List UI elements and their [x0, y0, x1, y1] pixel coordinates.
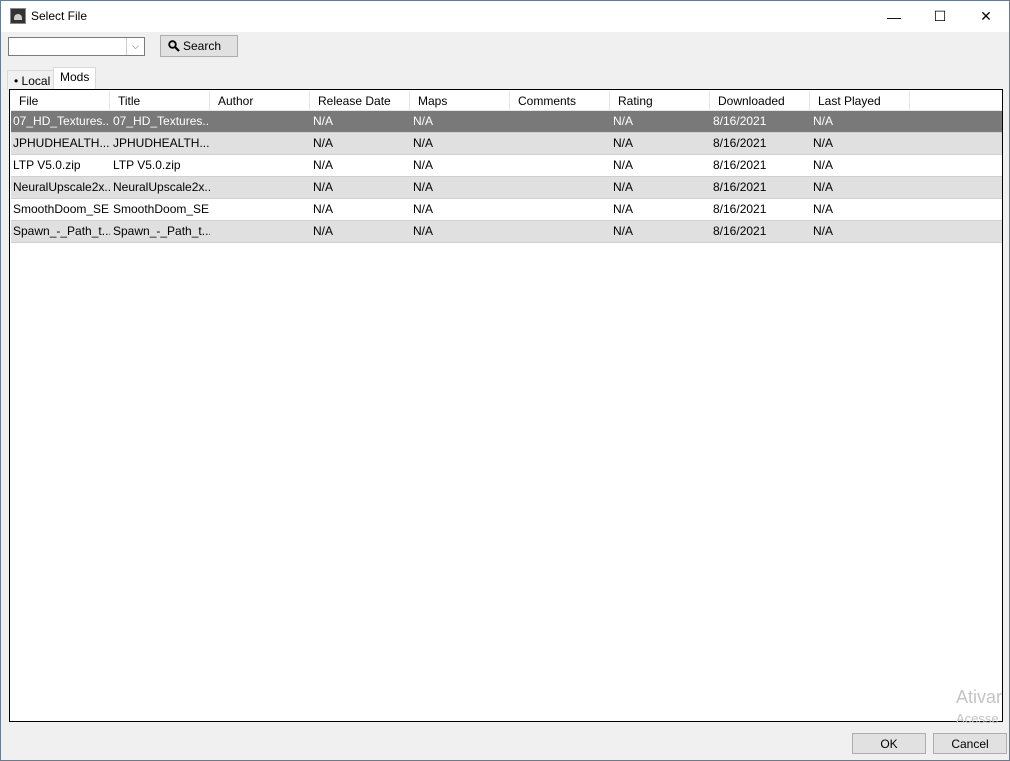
search-icon	[168, 40, 180, 52]
list-header: File Title Author Release Date Maps Comments R…	[11, 91, 1001, 111]
table-cell: N/A	[613, 180, 634, 194]
table-cell: N/A	[613, 136, 634, 150]
search-label: Search	[183, 39, 222, 53]
column-header[interactable]: Title	[110, 91, 210, 110]
table-cell	[210, 221, 310, 242]
title-bar: Select File — ☐ ✕	[1, 1, 1009, 32]
table-cell: N/A	[313, 224, 334, 238]
tab-label: Mods	[60, 70, 90, 84]
table-cell: Spawn_-_Path_t...	[13, 224, 110, 238]
table-cell	[510, 199, 610, 220]
table-cell	[210, 177, 310, 198]
table-cell: Spawn_-_Path_t...	[113, 224, 210, 238]
table-cell: N/A	[613, 224, 634, 238]
table-cell: NeuralUpscale2x...	[13, 180, 110, 194]
table-cell	[210, 133, 310, 154]
table-cell: N/A	[313, 202, 334, 216]
table-cell: SmoothDoom_SE...	[13, 202, 110, 216]
table-cell: 8/16/2021	[713, 202, 767, 216]
table-cell: JPHUDHEALTH...	[113, 136, 210, 150]
table-row[interactable]: JPHUDHEALTH... JPHUDHEALTH... N/A N/A N/A 8/1…	[11, 133, 1002, 155]
window-title: Select File	[31, 9, 88, 23]
table-cell: N/A	[613, 158, 634, 172]
chevron-down-icon[interactable]: ⌵	[126, 38, 144, 55]
column-header[interactable]: Comments	[510, 91, 610, 110]
table-cell: 8/16/2021	[713, 136, 767, 150]
table-cell: 8/16/2021	[713, 114, 767, 128]
table-cell	[210, 111, 310, 132]
column-header[interactable]: Author	[210, 91, 310, 110]
table-cell: LTP V5.0.zip	[113, 158, 181, 172]
cancel-button[interactable]: Cancel	[933, 733, 1007, 754]
table-cell: N/A	[813, 114, 834, 128]
watermark-line1: Ativar	[956, 687, 1003, 707]
table-cell: 07_HD_Textures....	[13, 114, 110, 128]
column-header[interactable]: Release Date	[310, 91, 410, 110]
minimize-button[interactable]: —	[871, 1, 917, 32]
app-icon	[10, 8, 26, 24]
tab-mods[interactable]: Mods	[53, 67, 97, 90]
table-cell: N/A	[313, 158, 334, 172]
table-cell: 8/16/2021	[713, 224, 767, 238]
table-cell: N/A	[413, 202, 434, 216]
tab-local[interactable]: • Local	[7, 70, 58, 90]
table-cell: 8/16/2021	[713, 180, 767, 194]
column-header[interactable]: File	[11, 91, 110, 110]
column-header[interactable]: Last Played	[810, 91, 910, 110]
watermark-line2: Acesse	[956, 711, 999, 726]
table-cell: N/A	[313, 136, 334, 150]
table-row[interactable]: LTP V5.0.zip LTP V5.0.zip N/A N/A N/A 8/16/20…	[11, 155, 1002, 177]
column-header[interactable]: Downloaded	[710, 91, 810, 110]
table-cell: 8/16/2021	[713, 158, 767, 172]
table-cell	[210, 199, 310, 220]
maximize-button[interactable]: ☐	[917, 1, 963, 32]
table-row[interactable]: NeuralUpscale2x... NeuralUpscale2x... N/A N…	[11, 177, 1002, 199]
table-cell: N/A	[313, 114, 334, 128]
search-button[interactable]: Search	[160, 35, 238, 57]
table-cell: SmoothDoom_SE...	[113, 202, 210, 216]
file-list[interactable]: File Title Author Release Date Maps Comments R…	[9, 89, 1003, 722]
table-cell: N/A	[613, 202, 634, 216]
search-combo[interactable]: ⌵	[8, 37, 145, 56]
table-cell: N/A	[413, 224, 434, 238]
table-cell: N/A	[813, 136, 834, 150]
table-cell: N/A	[413, 180, 434, 194]
table-cell: N/A	[413, 136, 434, 150]
table-cell: 07_HD_Textures....	[113, 114, 210, 128]
table-cell: N/A	[613, 114, 634, 128]
ok-button[interactable]: OK	[852, 733, 926, 754]
table-cell	[510, 133, 610, 154]
table-row[interactable]: 07_HD_Textures.... 07_HD_Textures.... N/A N…	[11, 111, 1002, 133]
table-row[interactable]: SmoothDoom_SE... SmoothDoom_SE... N/A N/A N/…	[11, 199, 1002, 221]
table-cell: N/A	[813, 180, 834, 194]
close-button[interactable]: ✕	[963, 1, 1009, 32]
table-cell	[210, 155, 310, 176]
table-cell: N/A	[413, 114, 434, 128]
table-cell: N/A	[313, 180, 334, 194]
table-cell: NeuralUpscale2x...	[113, 180, 210, 194]
tab-label: Local	[21, 73, 51, 88]
table-cell: LTP V5.0.zip	[13, 158, 81, 172]
table-row[interactable]: Spawn_-_Path_t... Spawn_-_Path_t... N/A N/A…	[11, 221, 1002, 243]
table-cell: N/A	[813, 202, 834, 216]
table-cell	[510, 177, 610, 198]
table-cell: N/A	[413, 158, 434, 172]
table-cell	[510, 155, 610, 176]
column-header[interactable]: Rating	[610, 91, 710, 110]
table-cell: N/A	[813, 158, 834, 172]
table-cell: N/A	[813, 224, 834, 238]
table-cell	[510, 221, 610, 242]
dot-icon: •	[14, 73, 19, 88]
table-cell: JPHUDHEALTH...	[13, 136, 110, 150]
table-cell	[510, 111, 610, 132]
column-header[interactable]: Maps	[410, 91, 510, 110]
